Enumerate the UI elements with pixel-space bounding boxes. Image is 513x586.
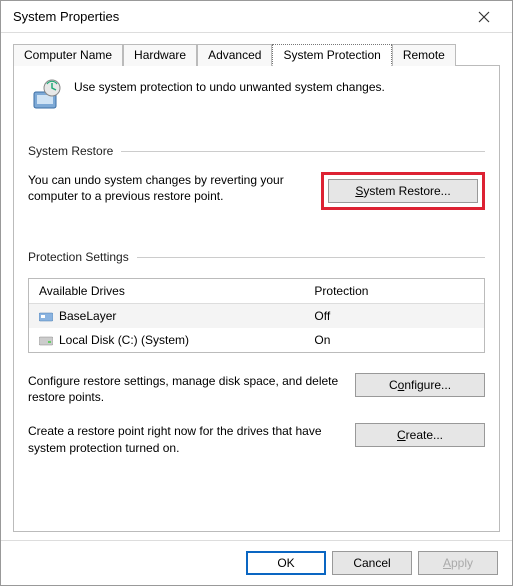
configure-button[interactable]: Configure... <box>355 373 485 397</box>
header-description: Use system protection to undo unwanted s… <box>74 78 385 94</box>
system-properties-window: System Properties Computer Name Hardware… <box>0 0 513 586</box>
create-button[interactable]: Create... <box>355 423 485 447</box>
protection-status: Off <box>304 306 484 326</box>
tabs: Computer Name Hardware Advanced System P… <box>1 33 512 65</box>
system-restore-group-label: System Restore <box>28 144 485 158</box>
table-row[interactable]: BaseLayer Off <box>29 304 484 328</box>
system-protection-icon <box>28 78 64 114</box>
drives-table: Available Drives Protection BaseLayer Of… <box>28 278 485 353</box>
dialog-buttons: OK Cancel Apply <box>1 540 512 585</box>
close-icon <box>478 11 490 23</box>
titlebar: System Properties <box>1 1 512 33</box>
table-row[interactable]: Local Disk (C:) (System) On <box>29 328 484 352</box>
column-available-drives[interactable]: Available Drives <box>29 279 304 303</box>
tab-remote[interactable]: Remote <box>392 44 456 66</box>
system-restore-description: You can undo system changes by reverting… <box>28 172 311 204</box>
window-title: System Properties <box>9 9 464 24</box>
protection-status: On <box>304 330 484 350</box>
cancel-button[interactable]: Cancel <box>332 551 412 575</box>
tab-hardware[interactable]: Hardware <box>123 44 197 66</box>
protection-settings-group-label: Protection Settings <box>28 250 485 264</box>
apply-button: Apply <box>418 551 498 575</box>
tab-computer-name[interactable]: Computer Name <box>13 44 123 66</box>
table-header: Available Drives Protection <box>29 279 484 304</box>
column-protection[interactable]: Protection <box>304 279 484 303</box>
create-description: Create a restore point right now for the… <box>28 423 343 455</box>
tab-system-protection[interactable]: System Protection <box>272 44 391 66</box>
system-restore-button[interactable]: System Restore... <box>328 179 478 203</box>
drive-icon <box>39 311 53 322</box>
drive-name: Local Disk (C:) (System) <box>59 333 189 347</box>
drive-name: BaseLayer <box>59 309 116 323</box>
tab-panel-system-protection: Use system protection to undo unwanted s… <box>13 65 500 532</box>
ok-button[interactable]: OK <box>246 551 326 575</box>
tab-advanced[interactable]: Advanced <box>197 44 272 66</box>
close-button[interactable] <box>464 3 504 31</box>
system-restore-label-text: System Restore <box>28 144 121 158</box>
drive-icon <box>39 335 53 346</box>
highlight-box: System Restore... <box>321 172 485 210</box>
configure-description: Configure restore settings, manage disk … <box>28 373 343 405</box>
protection-settings-label-text: Protection Settings <box>28 250 137 264</box>
